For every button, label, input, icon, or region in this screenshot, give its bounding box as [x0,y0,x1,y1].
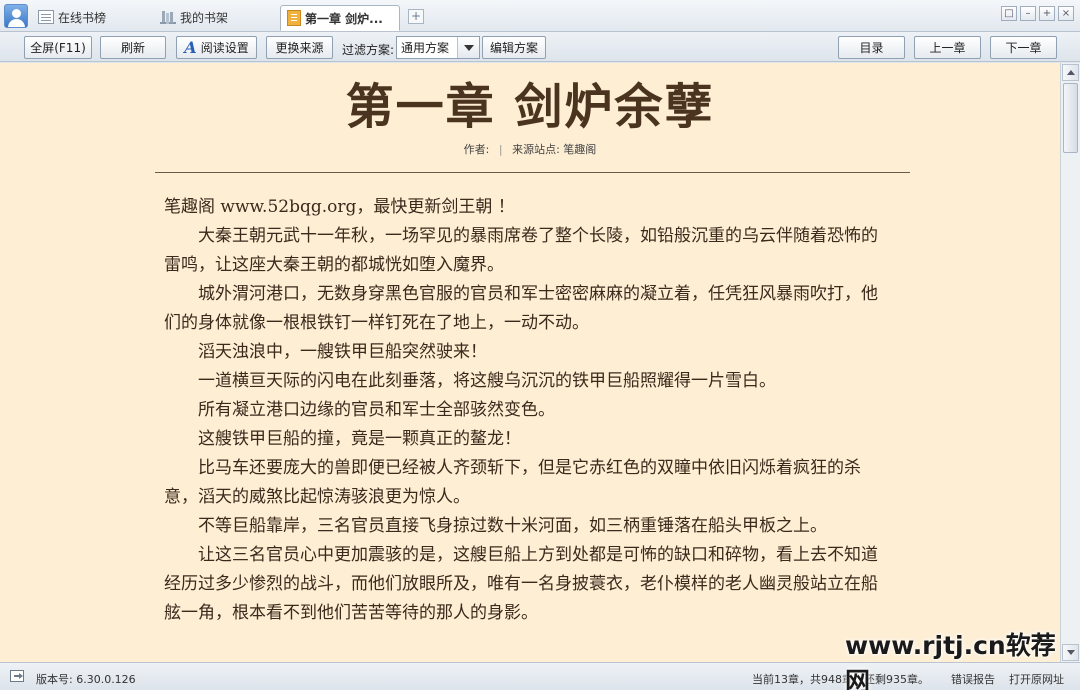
edit-scheme-button[interactable]: 编辑方案 [482,36,546,59]
paragraph: 滔天浊浪中，一艘铁甲巨船突然驶来！ [198,342,487,362]
paragraph: 城外渭河港口，无数身穿黑色官服的官员和军士密密麻麻的凝立着，任凭狂风暴雨吹打，他… [164,284,878,333]
paragraph: 笔趣阁 www.52bqg.org，最快更新剑王朝 ！ [164,197,515,217]
tab-label: 第一章 剑炉... [305,11,383,26]
filter-scheme-label: 过滤方案: [342,43,395,57]
chapter-meta: 作者: | 来源站点: 笔趣阁 [0,141,1060,157]
paragraph: 不等巨船靠岸，三名官员直接飞身掠过数十米河面，如三柄重锤落在船头甲板之上。 [198,516,827,536]
vertical-scrollbar[interactable] [1060,63,1080,662]
reading-pane[interactable]: 第一章 剑炉余孽 作者: | 来源站点: 笔趣阁 笔趣阁 www.52bqg.o… [0,63,1060,662]
font-a-icon: A [184,37,197,57]
book-icon [287,10,301,26]
chapter-title: 第一章 剑炉余孽 [345,79,715,135]
reader-toolbar: 全屏(F11) 刷新 A 阅读设置 更换来源 过滤方案: 通用方案 编辑方案 目… [0,32,1080,62]
meta-separator: | [498,143,503,156]
title-divider [155,172,910,173]
bookshelf-icon [160,10,176,24]
refresh-button[interactable]: 刷新 [100,36,166,59]
tab-label: 我的书架 [180,10,229,25]
tab-bar: 在线书榜 我的书架 第一章 剑炉... + □ – + × [0,0,1080,32]
close-icon[interactable]: × [1058,6,1074,21]
window-controls: □ – + × [1001,6,1074,21]
site-watermark: www.rjtj.cn软荐网 [845,631,1056,690]
paragraph: 比马车还要庞大的兽即便已经被人齐颈斩下，但是它赤红色的双瞳中依旧闪烁着疯狂的杀意… [164,458,861,507]
scroll-up-icon[interactable] [1062,64,1079,81]
table-of-contents-button[interactable]: 目录 [838,36,905,59]
paragraph: 所有凝立港口边缘的官员和军士全部骇然变色。 [198,400,555,420]
author-label: 作者: [463,143,490,156]
user-avatar-icon[interactable] [4,4,28,28]
chapter-text: 笔趣阁 www.52bqg.org，最快更新剑王朝 ！ 大秦王朝元武十一年秋，一… [164,193,890,628]
chevron-down-icon[interactable] [457,37,479,58]
tab-label: 在线书榜 [58,10,107,25]
previous-chapter-button[interactable]: 上一章 [914,36,981,59]
filter-scheme-value: 通用方案 [401,41,450,55]
paragraph: 让这三名官员心中更加震骇的是，这艘巨船上方到处都是可怖的缺口和碎物，看上去不知道… [164,545,878,623]
sidebar-toggle-icon[interactable] [10,670,24,682]
source-site-label: 来源站点: 笔趣阁 [512,143,597,156]
scroll-thumb[interactable] [1063,83,1078,153]
add-tab-button[interactable]: + [408,9,424,24]
paragraph: 大秦王朝元武十一年秋，一场罕见的暴雨席卷了整个长陵，如铅般沉重的乌云伴随着恐怖的… [164,226,878,275]
version-label: 版本号: 6.30.0.126 [36,673,136,686]
filter-scheme-select[interactable]: 通用方案 [396,36,480,59]
tab-my-bookshelf[interactable]: 我的书架 [154,5,234,29]
minimize-icon[interactable]: – [1020,6,1036,21]
fullscreen-button[interactable]: 全屏(F11) [24,36,92,59]
next-chapter-button[interactable]: 下一章 [990,36,1057,59]
tab-online-rankings[interactable]: 在线书榜 [32,5,112,29]
restore-icon[interactable]: □ [1001,6,1017,21]
reading-settings-button[interactable]: A 阅读设置 [176,36,257,59]
reading-settings-label: 阅读设置 [200,41,249,55]
maximize-icon[interactable]: + [1039,6,1055,21]
paragraph: 一道横亘天际的闪电在此刻垂落，将这艘乌沉沉的铁甲巨船照耀得一片雪白。 [198,371,776,391]
list-icon [38,10,54,24]
paragraph: 这艘铁甲巨船的撞，竟是一颗真正的鳌龙！ [198,429,521,449]
change-source-button[interactable]: 更换来源 [266,36,333,59]
tab-current-chapter[interactable]: 第一章 剑炉... [280,5,400,31]
